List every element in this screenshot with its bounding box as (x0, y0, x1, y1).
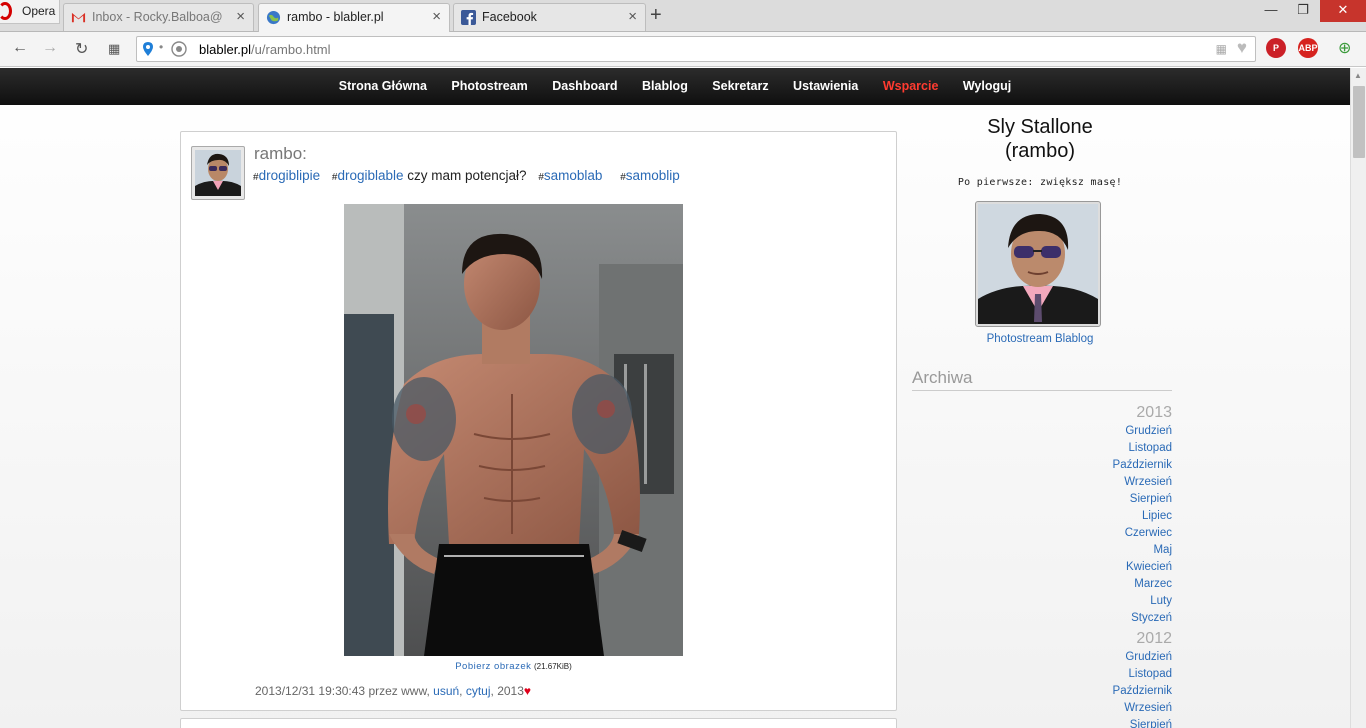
scroll-up-icon[interactable]: ▲ (1354, 71, 1362, 80)
photostream-link[interactable]: Photostream (987, 333, 1052, 345)
reload-icon[interactable]: ↻ (75, 39, 88, 59)
location-pin-icon (143, 42, 153, 56)
archive-month[interactable]: Wrzesień (912, 474, 1172, 491)
nav-strona-glowna[interactable]: Strona Główna (329, 68, 437, 105)
download-image-link[interactable]: Pobierz obrazek (455, 661, 531, 672)
like-count: 2013 (497, 684, 524, 698)
archive-month[interactable]: Grudzień (912, 649, 1172, 666)
new-tab-icon[interactable]: + (650, 4, 662, 27)
minimize-icon[interactable]: — (1256, 0, 1286, 22)
tab-facebook[interactable]: Facebook × (453, 3, 646, 31)
nav-ustawienia[interactable]: Ustawienia (783, 68, 868, 105)
tab-title: Inbox - Rocky.Balboa@ (92, 10, 223, 24)
archive-month[interactable]: Czerwiec (912, 525, 1172, 542)
archive-month[interactable]: Luty (912, 593, 1172, 610)
archive-heading: Archiwa (912, 368, 1172, 391)
close-tab-icon[interactable]: × (432, 8, 441, 25)
url-field[interactable]: • blabler.pl/u/rambo.html ▦ ♥ (136, 36, 1256, 62)
site-info-icon[interactable] (171, 41, 187, 57)
scroll-thumb[interactable] (1353, 86, 1365, 158)
archive-month[interactable]: Sierpień (912, 491, 1172, 508)
download-caption: Pobierz obrazek (21.67KiB) (181, 661, 846, 672)
page-content: Strona Główna Photostream Dashboard Blab… (0, 68, 1350, 728)
opera-logo-icon (0, 2, 12, 20)
post-timestamp: 2013/12/31 19:30:43 przez www, (255, 684, 430, 698)
adblock-icon[interactable]: ABP (1298, 38, 1318, 58)
post-meta: 2013/12/31 19:30:43 przez www, usuń, cyt… (255, 684, 532, 698)
opera-menu-button[interactable]: Opera (0, 0, 60, 24)
globe-icon (266, 10, 281, 25)
back-icon[interactable]: ← (12, 39, 28, 57)
close-tab-icon[interactable]: × (628, 8, 637, 25)
avatar[interactable] (191, 146, 245, 200)
download-icon[interactable]: ⊕ (1338, 38, 1351, 58)
hashtag-link[interactable]: samoblab (544, 168, 603, 183)
archive-month[interactable]: Listopad (912, 440, 1172, 457)
post-card: rambo: #drogiblipie #drogiblable czy mam… (180, 131, 897, 711)
profile-avatar-image (978, 204, 1098, 324)
forward-icon[interactable]: → (42, 39, 58, 57)
profile-motto: Po pierwsze: zwiększ masę! (957, 177, 1123, 188)
profile-avatar[interactable] (975, 201, 1101, 327)
download-size: (21.67KiB) (534, 662, 572, 671)
post-photo[interactable] (344, 204, 683, 656)
archive-month[interactable]: Październik (912, 457, 1172, 474)
post-body-text: czy mam potencjał? (407, 168, 527, 183)
close-window-icon[interactable]: ✕ (1320, 0, 1366, 22)
gmail-icon (71, 12, 86, 23)
browser-tab-bar: Opera Inbox - Rocky.Balboa@ × rambo - bl… (0, 0, 1366, 33)
nav-wsparcie[interactable]: Wsparcie (873, 68, 949, 105)
maximize-icon[interactable]: ❐ (1288, 0, 1318, 22)
post-photo-image (344, 204, 683, 656)
speed-dial-icon[interactable]: ▦ (108, 41, 120, 57)
archive-month[interactable]: Listopad (912, 666, 1172, 683)
heart-bookmark-icon[interactable]: ♥ (1237, 38, 1247, 58)
post-username[interactable]: rambo: (254, 144, 307, 164)
archive-month[interactable]: Marzec (912, 576, 1172, 593)
nav-blablog[interactable]: Blablog (632, 68, 698, 105)
pinterest-icon[interactable]: P (1266, 38, 1286, 58)
avatar-image (195, 150, 241, 196)
browser-address-bar: ← → ↻ ▦ • blabler.pl/u/rambo.html ▦ ♥ P … (0, 32, 1366, 67)
hashtag-link[interactable]: drogiblable (337, 168, 403, 183)
archive-month[interactable]: Lipiec (912, 508, 1172, 525)
archive-month[interactable]: Wrzesień (912, 700, 1172, 717)
quote-link[interactable]: cytuj (466, 684, 491, 698)
archive-list: 2013 Grudzień Listopad Październik Wrzes… (912, 401, 1172, 728)
tab-title: rambo - blabler.pl (287, 10, 384, 24)
page-scrollbar[interactable]: ▲ (1350, 68, 1366, 728)
archive-month[interactable]: Kwiecień (912, 559, 1172, 576)
tab-gmail[interactable]: Inbox - Rocky.Balboa@ × (63, 3, 254, 31)
dot-separator-icon: • (159, 40, 164, 54)
tab-blabler[interactable]: rambo - blabler.pl × (258, 3, 450, 33)
archive-month[interactable]: Październik (912, 683, 1172, 700)
tiles-icon[interactable]: ▦ (1216, 42, 1227, 56)
nav-dashboard[interactable]: Dashboard (542, 68, 627, 105)
nav-photostream[interactable]: Photostream (441, 68, 537, 105)
delete-link[interactable]: usuń (433, 684, 459, 698)
url-text: blabler.pl/u/rambo.html (199, 42, 331, 57)
archive-year[interactable]: 2013 (912, 403, 1172, 423)
profile-name: Sly Stallone (rambo) (987, 116, 1093, 162)
opera-menu-label: Opera (22, 4, 56, 18)
next-post-card (180, 718, 897, 728)
hashtag-link[interactable]: drogiblipie (259, 168, 321, 183)
archive-month[interactable]: Sierpień (912, 717, 1172, 728)
blablog-link[interactable]: Blablog (1055, 333, 1093, 345)
archive-year[interactable]: 2012 (912, 629, 1172, 649)
nav-wyloguj[interactable]: Wyloguj (953, 68, 1021, 105)
tab-title: Facebook (482, 10, 537, 24)
post-text: #drogiblipie #drogiblable czy mam potenc… (253, 168, 680, 183)
profile-links: Photostream Blablog (940, 333, 1140, 345)
facebook-icon (461, 10, 476, 25)
hashtag-link[interactable]: samoblip (626, 168, 680, 183)
site-navigation: Strona Główna Photostream Dashboard Blab… (0, 68, 1350, 105)
close-tab-icon[interactable]: × (236, 8, 245, 25)
heart-icon[interactable]: ♥ (524, 684, 531, 698)
nav-sekretarz[interactable]: Sekretarz (702, 68, 778, 105)
archive-month[interactable]: Styczeń (912, 610, 1172, 627)
archive-month[interactable]: Maj (912, 542, 1172, 559)
archive-month[interactable]: Grudzień (912, 423, 1172, 440)
